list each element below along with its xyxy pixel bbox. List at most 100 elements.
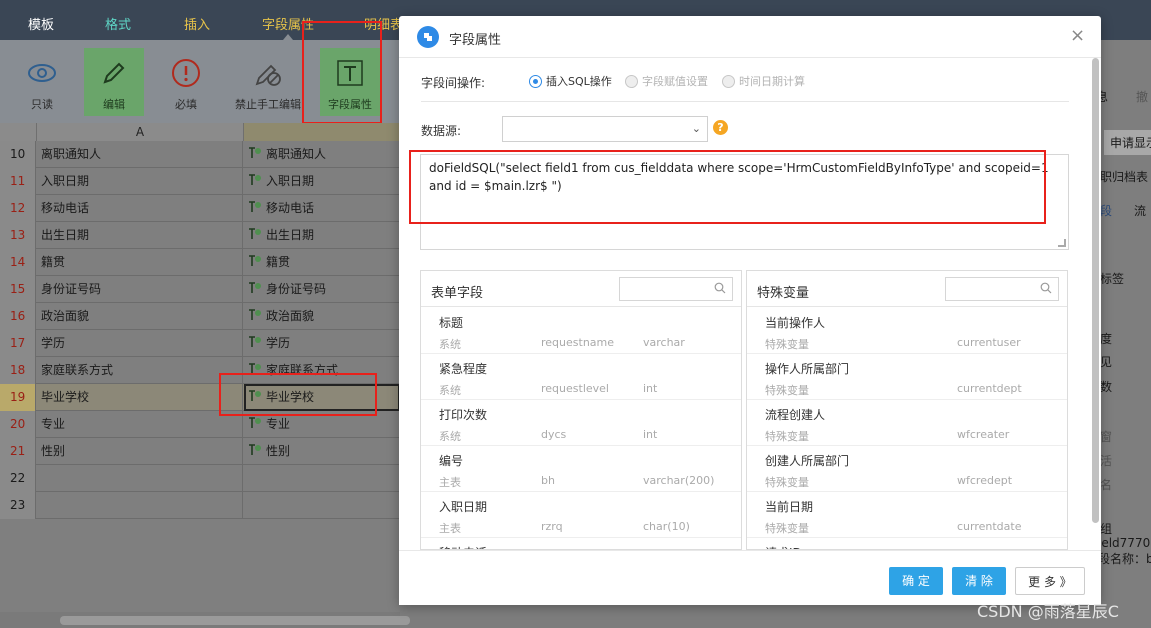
cell-b-text: 专业 xyxy=(266,417,291,431)
dialog-vertical-scrollbar[interactable] xyxy=(1092,58,1099,538)
field-type-icon xyxy=(249,309,261,320)
row-number[interactable]: 11 xyxy=(0,168,36,195)
dialog-scrollbar-thumb[interactable] xyxy=(1092,58,1099,523)
menu-template[interactable]: 模板 xyxy=(28,14,54,33)
right-text-1: 撤 xyxy=(1136,90,1149,104)
cell-a[interactable]: 移动电话 xyxy=(37,195,243,222)
cell-a[interactable] xyxy=(37,465,243,492)
menu-format[interactable]: 格式 xyxy=(105,14,131,33)
right-text-12: 名 xyxy=(1100,478,1113,492)
row-number[interactable]: 10 xyxy=(0,141,36,168)
row-number[interactable]: 15 xyxy=(0,276,36,303)
cell-a[interactable]: 身份证号码 xyxy=(37,276,243,303)
radio-datetime-calc[interactable]: 时间日期计算 xyxy=(722,73,805,89)
forbid-manual-edit-label: 禁止手工编辑 xyxy=(235,98,301,111)
list-item[interactable]: 入职日期 主表 rzrq char(10) xyxy=(421,492,741,538)
cell-a[interactable]: 入职日期 xyxy=(37,168,243,195)
ok-button[interactable]: 确 定 xyxy=(889,567,943,595)
column-header-b[interactable] xyxy=(244,123,400,141)
list-item[interactable]: 请求ID xyxy=(747,538,1067,549)
highlight-sql-textarea xyxy=(409,150,1046,224)
scrollbar-thumb[interactable] xyxy=(60,616,410,625)
row-number[interactable]: 13 xyxy=(0,222,36,249)
required-label: 必填 xyxy=(175,98,197,111)
row-number[interactable]: 12 xyxy=(0,195,36,222)
list-item[interactable]: 当前操作人 特殊变量 currentuser xyxy=(747,308,1067,354)
cell-a[interactable] xyxy=(37,492,243,519)
list-item[interactable]: 流程创建人 特殊变量 wfcreater xyxy=(747,400,1067,446)
more-button[interactable]: 更 多 》 xyxy=(1015,567,1085,595)
cell-b[interactable] xyxy=(244,465,400,492)
grid-row: 10 离职通知人 离职通知人 xyxy=(0,141,400,168)
row-number[interactable]: 14 xyxy=(0,249,36,276)
special-variables-search-input[interactable] xyxy=(945,277,1059,301)
cell-b[interactable] xyxy=(244,492,400,519)
list-item[interactable]: 移动电话 xyxy=(421,538,741,549)
list-item[interactable]: 紧急程度 系统 requestlevel int xyxy=(421,354,741,400)
cell-b[interactable]: 移动电话 xyxy=(244,195,400,222)
item-name: 当前操作人 xyxy=(765,316,826,330)
row-number[interactable]: 16 xyxy=(0,303,36,330)
cell-a[interactable]: 家庭联系方式 xyxy=(37,357,243,384)
readonly-button[interactable]: 只读 xyxy=(12,48,72,116)
cell-a[interactable]: 离职通知人 xyxy=(37,141,243,168)
cell-b[interactable]: 入职日期 xyxy=(244,168,400,195)
row-number[interactable]: 19 xyxy=(0,384,36,411)
form-fields-search-input[interactable] xyxy=(619,277,733,301)
row-number[interactable]: 22 xyxy=(0,465,36,492)
cell-b[interactable]: 籍贯 xyxy=(244,249,400,276)
row-number[interactable]: 21 xyxy=(0,438,36,465)
right-text-2[interactable]: 申请显示 xyxy=(1104,130,1151,155)
list-item[interactable]: 当前日期 特殊变量 currentdate xyxy=(747,492,1067,538)
help-icon[interactable]: ? xyxy=(713,120,728,135)
radio-datetime-calc-label: 时间日期计算 xyxy=(739,75,805,88)
radio-insert-sql[interactable]: 插入SQL操作 xyxy=(529,73,612,89)
grid-horizontal-scrollbar[interactable] xyxy=(0,612,410,628)
cell-b[interactable]: 身份证号码 xyxy=(244,276,400,303)
datasource-select[interactable]: ⌄ xyxy=(502,116,708,142)
item-field: currentdept xyxy=(957,382,1022,395)
cell-b-text: 政治面貌 xyxy=(266,309,315,323)
column-header-a[interactable]: A xyxy=(37,123,244,141)
cell-a[interactable]: 籍贯 xyxy=(37,249,243,276)
row-number[interactable]: 18 xyxy=(0,357,36,384)
radio-dot-field-assignment[interactable] xyxy=(625,74,638,88)
row-number[interactable]: 23 xyxy=(0,492,36,519)
cell-b[interactable]: 学历 xyxy=(244,330,400,357)
corner-header[interactable] xyxy=(0,123,37,141)
list-item[interactable]: 创建人所属部门 特殊变量 wfcredept xyxy=(747,446,1067,492)
forbid-manual-edit-button[interactable]: 禁止手工编辑 xyxy=(235,48,301,116)
list-item[interactable]: 打印次数 系统 dycs int xyxy=(421,400,741,446)
right-text-5[interactable]: 流 xyxy=(1134,202,1146,219)
clear-button[interactable]: 清 除 xyxy=(952,567,1006,595)
list-item[interactable]: 标题 系统 requestname varchar xyxy=(421,308,741,354)
cell-b[interactable]: 出生日期 xyxy=(244,222,400,249)
cell-b[interactable]: 离职通知人 xyxy=(244,141,400,168)
highlight-field-properties-button xyxy=(302,21,382,124)
cell-b-text: 身份证号码 xyxy=(266,282,327,296)
cell-a[interactable]: 毕业学校 xyxy=(37,384,243,411)
radio-dot-datetime-calc[interactable] xyxy=(722,74,735,88)
close-icon[interactable]: × xyxy=(1070,25,1085,46)
cell-a[interactable]: 专业 xyxy=(37,411,243,438)
row-number[interactable]: 20 xyxy=(0,411,36,438)
radio-dot-insert-sql[interactable] xyxy=(529,74,542,88)
cell-b[interactable]: 政治面貌 xyxy=(244,303,400,330)
cell-a[interactable]: 出生日期 xyxy=(37,222,243,249)
menu-insert[interactable]: 插入 xyxy=(184,14,210,33)
edit-button[interactable]: 编辑 xyxy=(84,48,144,116)
list-item[interactable]: 编号 主表 bh varchar(200) xyxy=(421,446,741,492)
cell-a[interactable]: 性别 xyxy=(37,438,243,465)
cell-b[interactable]: 性别 xyxy=(244,438,400,465)
cell-b-text: 离职通知人 xyxy=(266,147,327,161)
resize-handle-icon[interactable] xyxy=(1058,239,1066,247)
required-button[interactable]: 必填 xyxy=(156,48,216,116)
list-item[interactable]: 操作人所属部门 特殊变量 currentdept xyxy=(747,354,1067,400)
special-variables-panel: 特殊变量 当前操作人 特殊变量 currentuser 操作人所属部门 特殊变量 curr… xyxy=(746,270,1068,550)
row-number[interactable]: 17 xyxy=(0,330,36,357)
right-text-4[interactable]: 段 xyxy=(1100,202,1112,219)
cell-a[interactable]: 政治面貌 xyxy=(37,303,243,330)
radio-field-assignment[interactable]: 字段赋值设置 xyxy=(625,73,708,89)
cell-a[interactable]: 学历 xyxy=(37,330,243,357)
readonly-label: 只读 xyxy=(31,98,53,111)
